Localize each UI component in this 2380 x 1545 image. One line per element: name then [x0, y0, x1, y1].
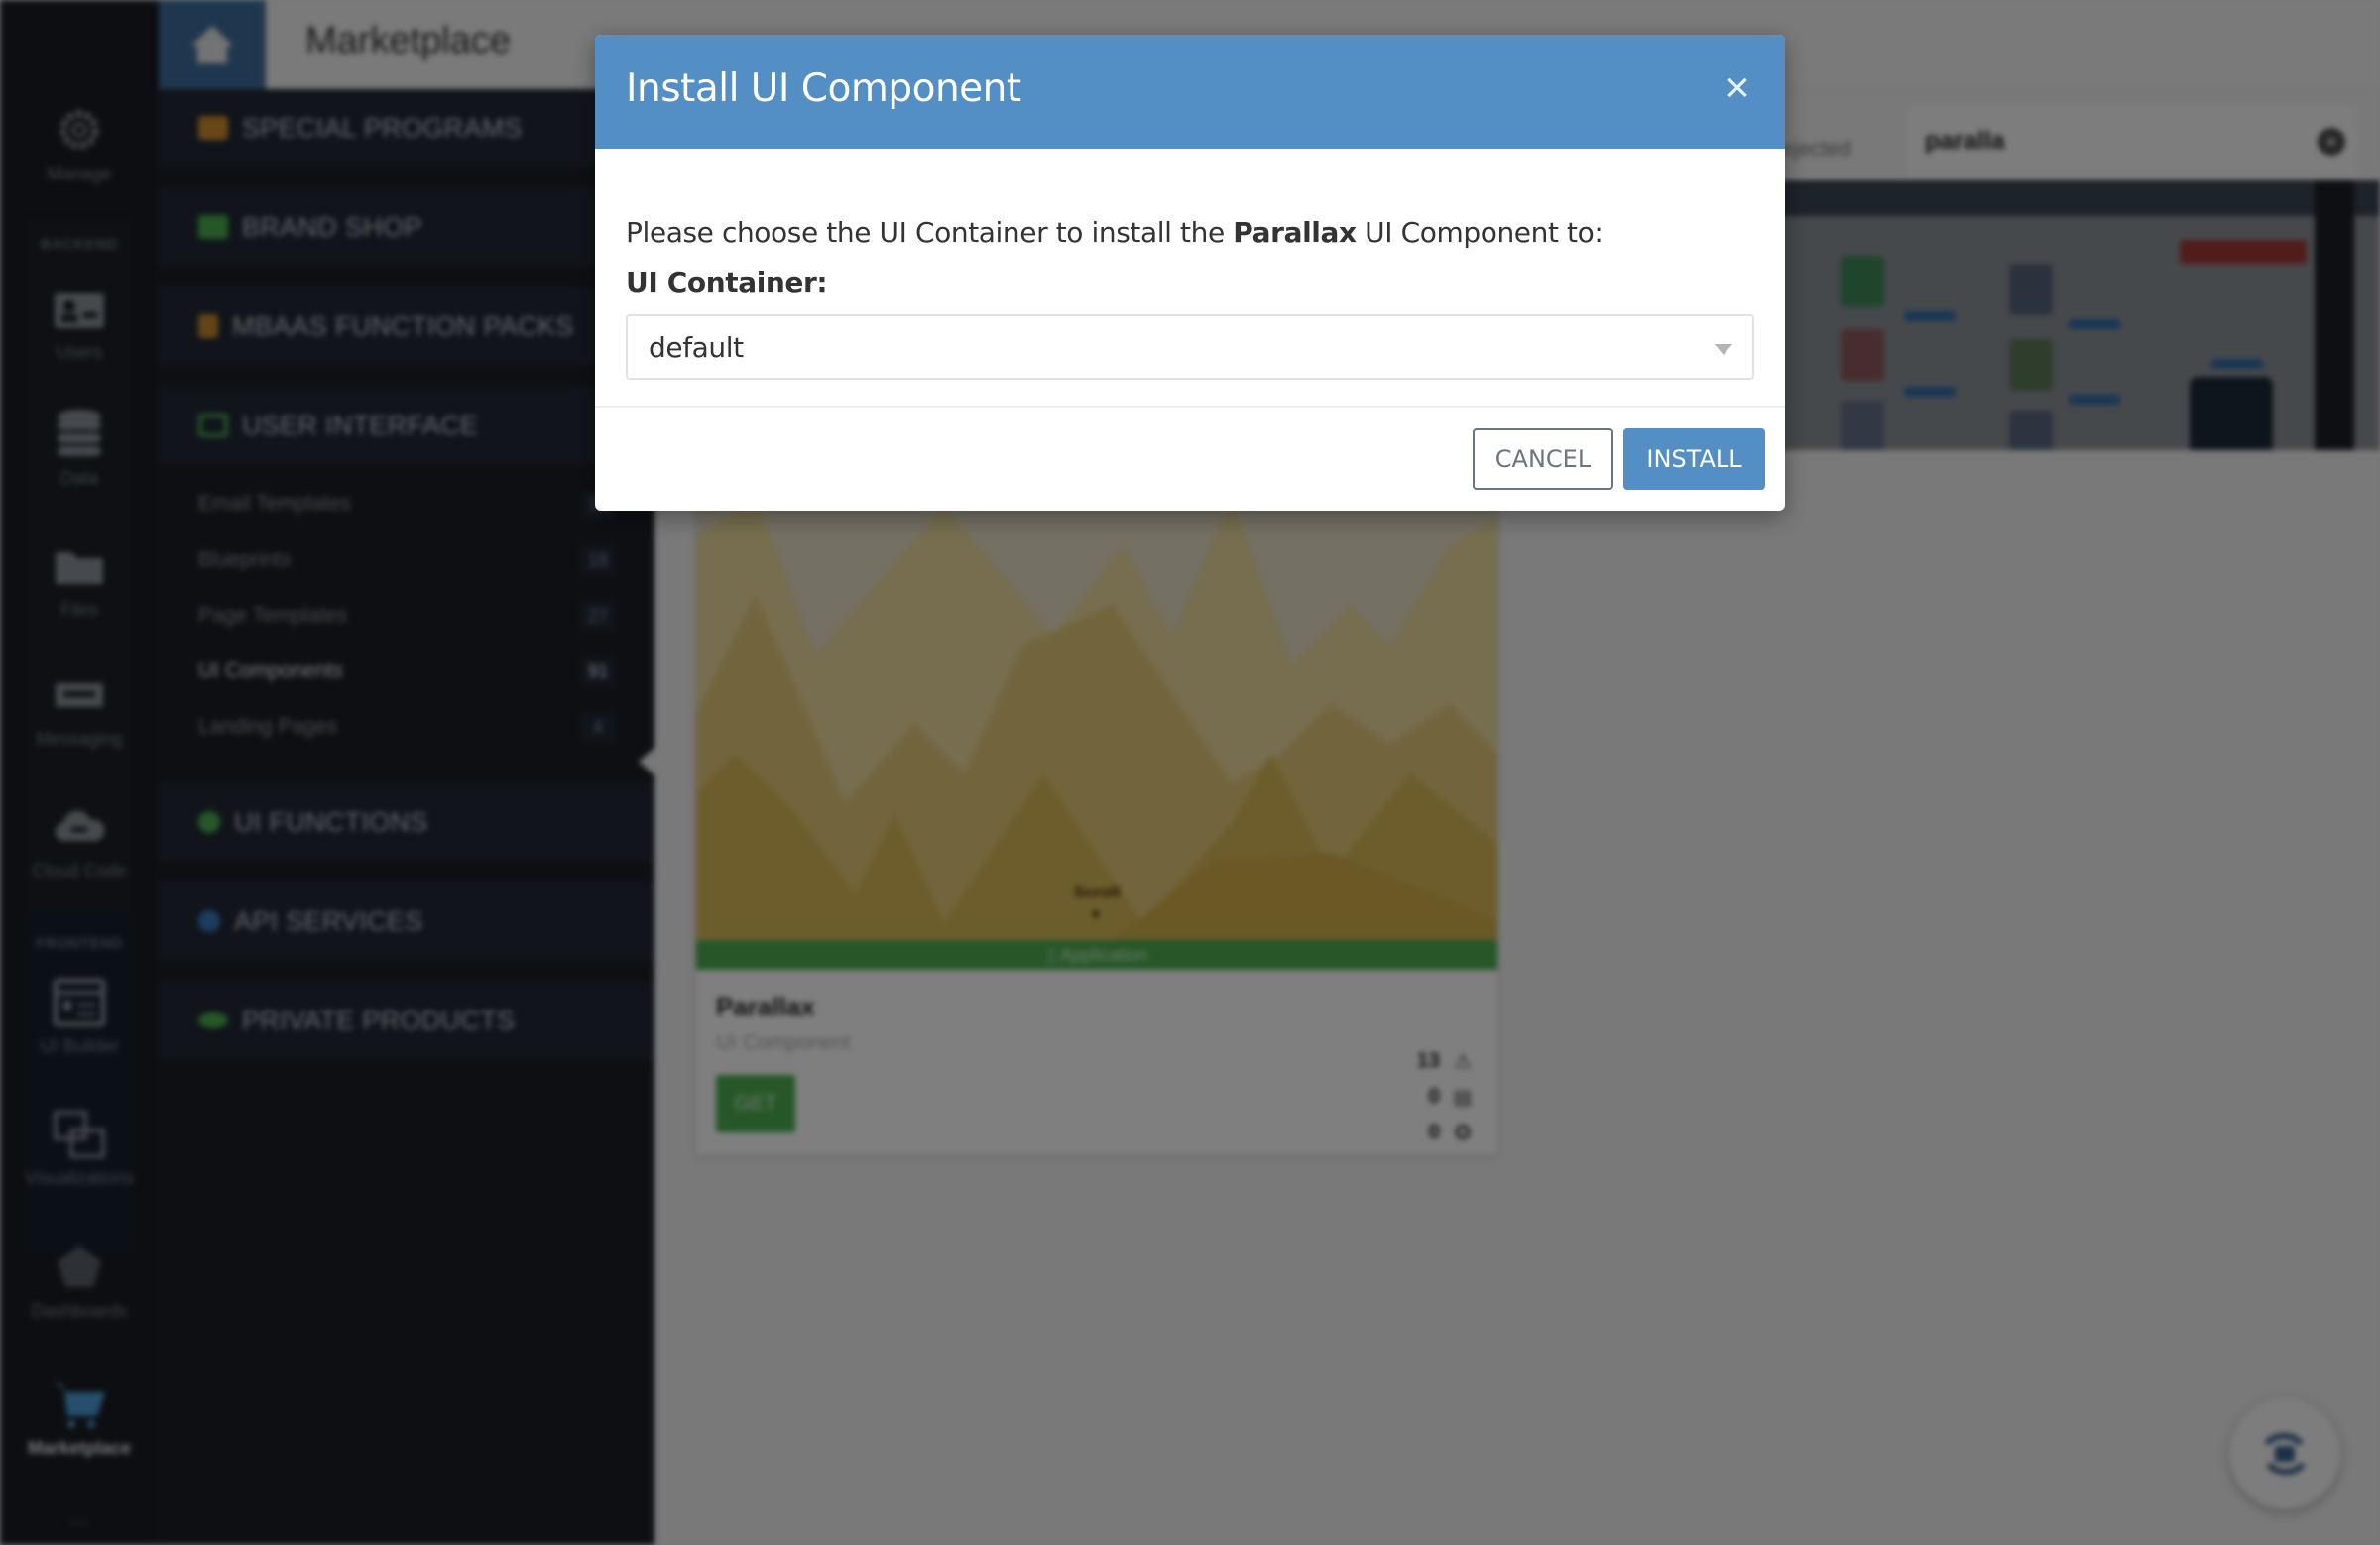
ui-container-selected-value: default	[649, 330, 744, 364]
close-icon[interactable]: ×	[1720, 66, 1755, 110]
prompt-text-after: UI Component to:	[1356, 216, 1604, 249]
prompt-text-before: Please choose the UI Container to instal…	[626, 216, 1234, 249]
install-button[interactable]: INSTALL	[1623, 428, 1765, 490]
dialog-title: Install UI Component	[626, 66, 1021, 111]
cancel-button[interactable]: CANCEL	[1473, 428, 1613, 490]
prompt-component-name: Parallax	[1233, 216, 1357, 249]
dialog-header: Install UI Component ×	[595, 35, 1785, 149]
ui-container-select[interactable]: default	[626, 314, 1754, 380]
dialog-prompt: Please choose the UI Container to instal…	[626, 216, 1604, 249]
dialog-footer-divider	[595, 406, 1785, 408]
chevron-down-icon	[1715, 344, 1732, 355]
install-component-dialog: Install UI Component × Please choose the…	[595, 35, 1785, 511]
ui-container-label: UI Container:	[626, 266, 828, 298]
